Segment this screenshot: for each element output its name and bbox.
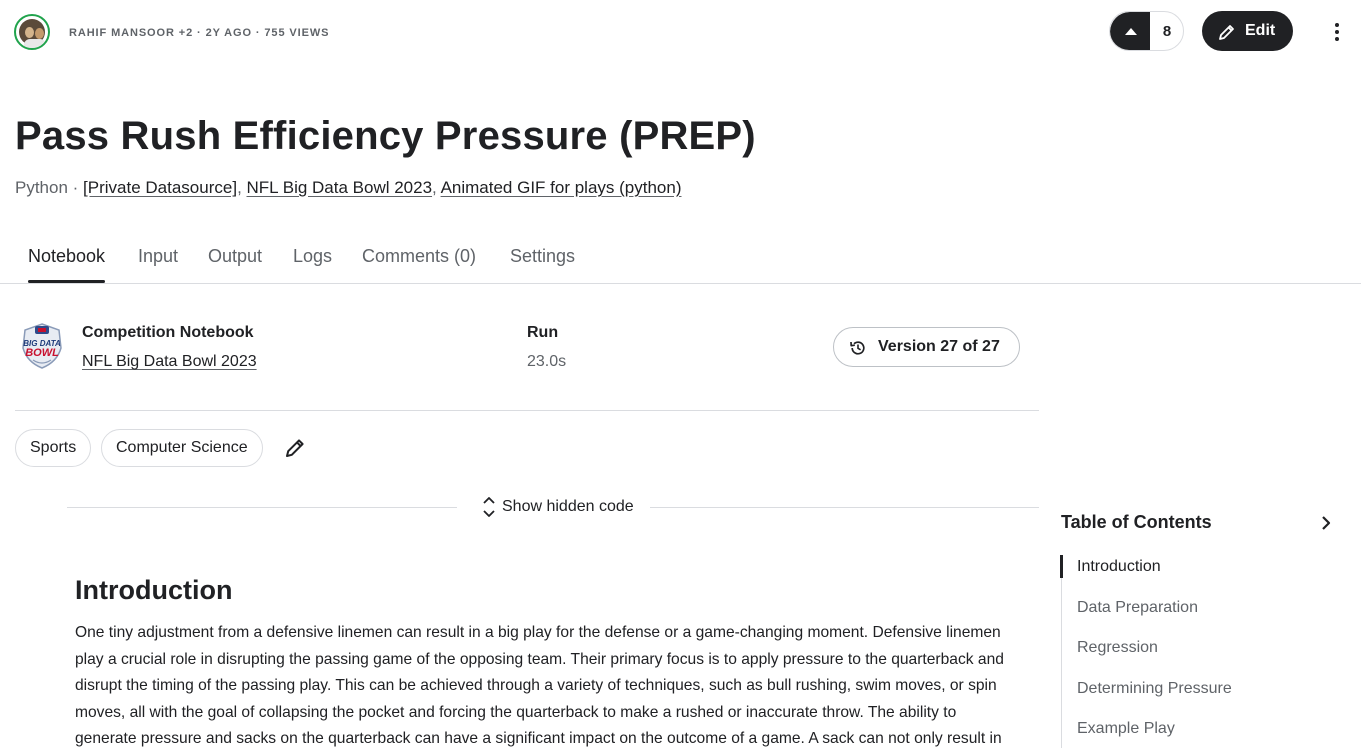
- source-link-private[interactable]: [Private Datasource]: [83, 178, 237, 197]
- toc-list: Introduction Data Preparation Regression…: [1060, 555, 1351, 748]
- byline[interactable]: RAHIF MANSOOR +2 · 2Y AGO · 755 VIEWS: [69, 27, 329, 39]
- upvote-button[interactable]: [1110, 12, 1150, 50]
- page-title: Pass Rush Efficiency Pressure (PREP): [15, 114, 756, 158]
- upvote-arrow-icon: [1125, 28, 1137, 35]
- edit-tags-pencil-icon[interactable]: [284, 437, 306, 459]
- version-label: Version 27 of 27: [878, 338, 1000, 355]
- divider: [67, 507, 457, 508]
- toc-item-determining-pressure[interactable]: Determining Pressure: [1077, 680, 1232, 698]
- more-options-icon[interactable]: [1327, 20, 1347, 44]
- section-heading: Introduction: [75, 575, 233, 605]
- toc-item-introduction[interactable]: Introduction: [1077, 558, 1161, 576]
- language-label: Python: [15, 178, 68, 197]
- version-button[interactable]: Version 27 of 27: [833, 327, 1020, 367]
- tab-output[interactable]: Output: [208, 246, 262, 283]
- edit-label: Edit: [1245, 22, 1276, 39]
- notebook-tabs: Notebook Input Output Logs Comments (0) …: [0, 238, 1361, 284]
- run-heading: Run: [527, 324, 559, 341]
- toc-active-indicator: [1060, 555, 1063, 578]
- toc-item-regression[interactable]: Regression: [1077, 639, 1158, 657]
- history-icon: [850, 341, 865, 355]
- top-bar: RAHIF MANSOOR +2 · 2Y AGO · 755 VIEWS 8 …: [0, 0, 1361, 64]
- edit-button[interactable]: Edit: [1202, 11, 1293, 51]
- competition-link[interactable]: NFL Big Data Bowl 2023: [82, 353, 257, 371]
- section-paragraph: One tiny adjustment from a defensive lin…: [75, 624, 1004, 748]
- upvote-widget: 8: [1109, 11, 1184, 51]
- source-link-gif[interactable]: Animated GIF for plays (python): [441, 178, 682, 197]
- tab-notebook[interactable]: Notebook: [28, 246, 106, 283]
- tag-computer-science[interactable]: Computer Science: [101, 429, 263, 467]
- tab-comments[interactable]: Comments (0): [362, 246, 476, 283]
- toc-item-example-play[interactable]: Example Play: [1077, 720, 1175, 738]
- author-avatars[interactable]: [14, 14, 52, 50]
- big-data-bowl-logo: BIG DATA BOWL: [22, 323, 62, 369]
- expand-chevrons-icon: [483, 497, 495, 517]
- chevron-right-icon[interactable]: [1318, 514, 1334, 532]
- tag-sports[interactable]: Sports: [15, 429, 92, 467]
- tab-settings[interactable]: Settings: [510, 246, 575, 283]
- competition-heading: Competition Notebook: [82, 324, 254, 341]
- divider: [15, 410, 1039, 411]
- show-hidden-code-label: Show hidden code: [502, 498, 634, 515]
- notebook-sources: Python · [Private Datasource], NFL Big D…: [15, 178, 682, 197]
- svg-text:BOWL: BOWL: [25, 347, 59, 359]
- run-duration: 23.0s: [527, 353, 567, 370]
- vote-count[interactable]: 8: [1150, 12, 1183, 50]
- toc-title: Table of Contents: [1061, 512, 1212, 532]
- tab-logs[interactable]: Logs: [293, 246, 332, 283]
- source-link-nfl[interactable]: NFL Big Data Bowl 2023: [247, 178, 433, 197]
- divider: [650, 507, 1039, 508]
- tab-input[interactable]: Input: [138, 246, 178, 283]
- toc-item-data-preparation[interactable]: Data Preparation: [1077, 599, 1198, 617]
- avatar[interactable]: [14, 14, 50, 50]
- pencil-icon: [1219, 25, 1234, 40]
